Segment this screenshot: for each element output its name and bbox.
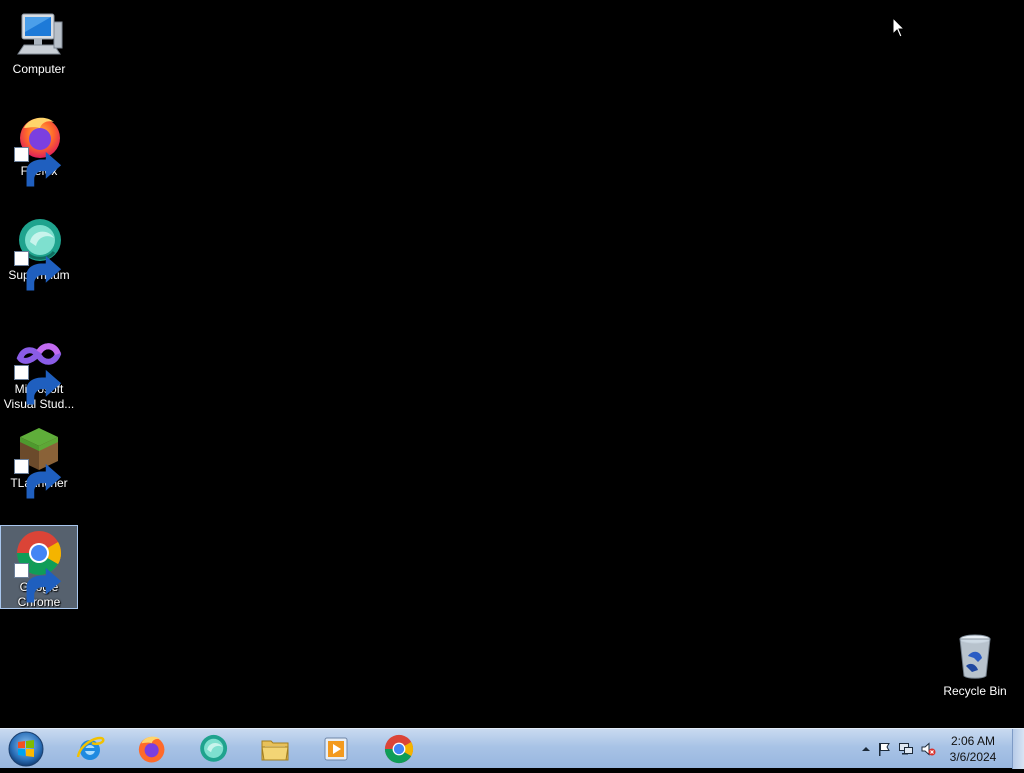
show-hidden-icons-icon[interactable]	[858, 741, 874, 757]
mouse-cursor-icon	[892, 17, 906, 38]
desktop-icon-label: Computer	[12, 62, 66, 76]
desktop-icon-computer[interactable]: Computer	[0, 8, 78, 77]
taskbar-clock[interactable]: 2:06 AM 3/6/2024	[938, 733, 1008, 765]
chrome-icon	[384, 734, 414, 764]
shortcut-arrow-icon	[14, 365, 62, 405]
network-icon[interactable]	[898, 741, 914, 757]
taskbar-internet-explorer[interactable]	[68, 731, 112, 767]
taskbar: 2:06 AM 3/6/2024	[0, 728, 1024, 769]
tlauncher-icon	[14, 424, 64, 499]
desktop-icon-firefox[interactable]: Firefox	[0, 110, 78, 187]
clock-date: 3/6/2024	[949, 750, 997, 764]
shortcut-arrow-icon	[14, 563, 62, 603]
windows-start-icon	[8, 731, 44, 767]
desktop[interactable]: Computer Firefox	[0, 0, 1024, 728]
firefox-icon	[138, 736, 165, 763]
shortcut-arrow-icon	[14, 147, 62, 187]
taskbar-firefox[interactable]	[129, 731, 173, 767]
desktop-icon-supermium[interactable]: Supermium	[0, 214, 78, 291]
firefox-icon	[14, 112, 64, 187]
clock-time: 2:06 AM	[950, 734, 996, 748]
media-player-icon	[324, 737, 348, 761]
taskbar-file-explorer[interactable]	[253, 731, 297, 767]
supermium-icon	[200, 734, 228, 762]
desktop-icon-google-chrome[interactable]: Google Chrome	[0, 525, 78, 609]
taskbar-supermium[interactable]	[191, 731, 235, 767]
shortcut-arrow-icon	[14, 251, 62, 291]
file-explorer-icon	[261, 740, 289, 761]
visual-studio-icon	[14, 330, 64, 405]
desktop-icon-visual-studio[interactable]: Microsoft Visual Stud...	[0, 328, 78, 412]
computer-icon	[14, 10, 64, 60]
action-center-flag-icon[interactable]	[876, 741, 892, 757]
chrome-icon	[14, 528, 64, 603]
shortcut-arrow-icon	[14, 459, 62, 499]
internet-explorer-icon	[76, 736, 105, 760]
taskbar-media-player[interactable]	[315, 731, 359, 767]
supermium-icon	[14, 216, 64, 291]
volume-muted-icon[interactable]	[920, 741, 936, 757]
desktop-icon-tlauncher[interactable]: TLauncher	[0, 422, 78, 499]
taskbar-chrome[interactable]	[377, 731, 421, 767]
recycle-bin-icon	[950, 632, 1000, 682]
desktop-icon-label: Recycle Bin	[943, 684, 1007, 698]
show-desktop-button[interactable]	[1012, 729, 1024, 769]
start-button[interactable]	[6, 730, 46, 768]
desktop-icon-recycle-bin[interactable]: Recycle Bin	[936, 630, 1014, 699]
